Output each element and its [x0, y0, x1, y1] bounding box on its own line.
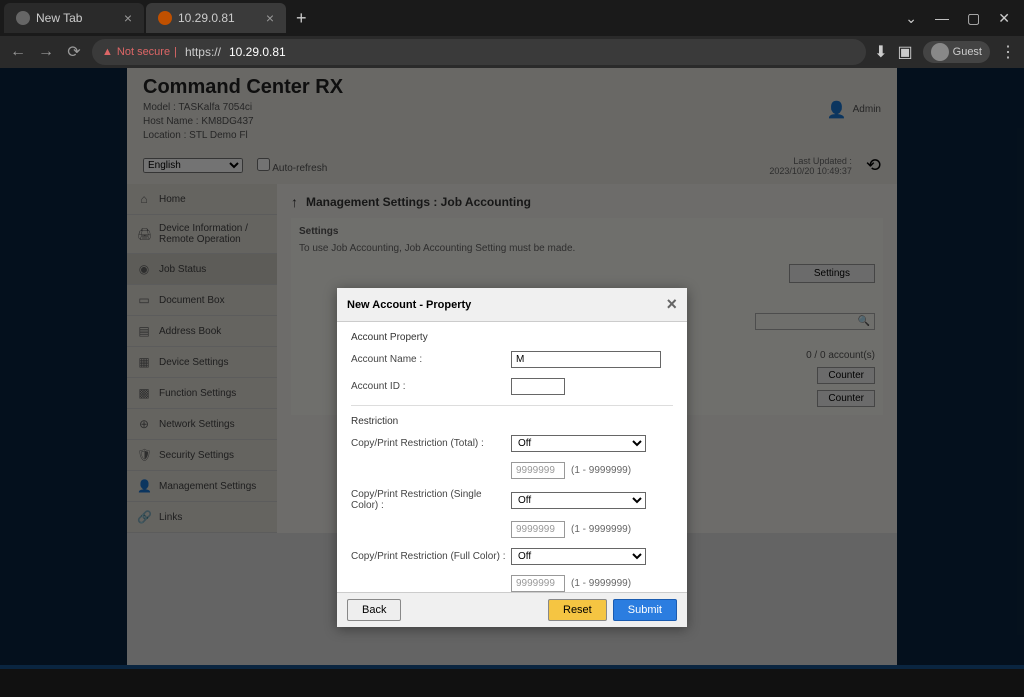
address-bar[interactable]: ▲ Not secure | https:// 10.29.0.81: [92, 39, 866, 65]
section-restriction: Restriction: [351, 416, 673, 427]
forward-button[interactable]: →: [36, 43, 56, 61]
guest-label: Guest: [953, 46, 982, 58]
restriction-single-select[interactable]: Off: [511, 492, 646, 509]
toolbar-right: ⬇ ▣ Guest ⋮: [874, 41, 1016, 63]
tab-new-tab[interactable]: New Tab ×: [4, 3, 144, 33]
warning-triangle-icon: ▲: [102, 46, 113, 58]
avatar-icon: [931, 43, 949, 61]
modal-header: New Account - Property ×: [337, 288, 687, 322]
profile-guest[interactable]: Guest: [923, 41, 990, 63]
modal-body: Account Property Account Name : Account …: [337, 322, 687, 592]
close-window-icon[interactable]: ✕: [998, 10, 1010, 27]
close-icon[interactable]: ×: [124, 10, 132, 26]
reset-button[interactable]: Reset: [548, 599, 607, 621]
submit-button[interactable]: Submit: [613, 599, 677, 621]
account-name-label: Account Name :: [351, 354, 511, 365]
globe-icon: [16, 11, 30, 25]
restriction-total-range: (1 - 9999999): [571, 465, 631, 476]
menu-icon[interactable]: ⋮: [1000, 42, 1016, 62]
close-icon[interactable]: ×: [266, 10, 274, 26]
url-host: 10.29.0.81: [229, 45, 286, 59]
browser-toolbar: ← → ⟳ ▲ Not secure | https://10.29.0.81 …: [0, 36, 1024, 68]
restriction-single-range: (1 - 9999999): [571, 524, 631, 535]
minimize-icon[interactable]: —: [935, 10, 949, 27]
account-id-label: Account ID :: [351, 381, 511, 392]
restriction-single-limit[interactable]: [511, 521, 565, 538]
not-secure-badge: ▲ Not secure |: [102, 46, 177, 58]
restriction-full-select[interactable]: Off: [511, 548, 646, 565]
restriction-single-label: Copy/Print Restriction (Single Color) :: [351, 489, 511, 511]
reload-button[interactable]: ⟳: [64, 42, 84, 62]
os-taskbar: [0, 669, 1024, 697]
restriction-total-label: Copy/Print Restriction (Total) :: [351, 438, 511, 449]
account-name-input[interactable]: [511, 351, 661, 368]
extensions-icon[interactable]: ▣: [898, 42, 913, 62]
tab-active[interactable]: 10.29.0.81 ×: [146, 3, 286, 33]
browser-titlebar: New Tab × 10.29.0.81 × + ⌄ — ▢ ✕: [0, 0, 1024, 36]
chevron-down-icon[interactable]: ⌄: [905, 10, 917, 27]
restriction-full-label: Copy/Print Restriction (Full Color) :: [351, 551, 511, 562]
close-icon[interactable]: ×: [666, 294, 677, 315]
back-button[interactable]: ←: [8, 43, 28, 61]
maximize-icon[interactable]: ▢: [967, 10, 980, 27]
tab-label: New Tab: [36, 11, 82, 25]
tab-label: 10.29.0.81: [178, 11, 235, 25]
window-controls: ⌄ — ▢ ✕: [905, 10, 1020, 27]
restriction-total-select[interactable]: Off: [511, 435, 646, 452]
modal-title: New Account - Property: [347, 299, 471, 311]
back-button[interactable]: Back: [347, 599, 401, 621]
modal-footer: Back Reset Submit: [337, 592, 687, 627]
account-id-input[interactable]: [511, 378, 565, 395]
restriction-total-limit[interactable]: [511, 462, 565, 479]
download-icon[interactable]: ⬇: [874, 42, 887, 62]
section-account-property: Account Property: [351, 332, 673, 343]
new-tab-button[interactable]: +: [288, 8, 315, 29]
restriction-full-limit[interactable]: [511, 575, 565, 592]
warning-icon: [158, 11, 172, 25]
restriction-full-range: (1 - 9999999): [571, 578, 631, 589]
url-scheme: https://: [185, 45, 221, 59]
new-account-modal: New Account - Property × Account Propert…: [337, 288, 687, 627]
